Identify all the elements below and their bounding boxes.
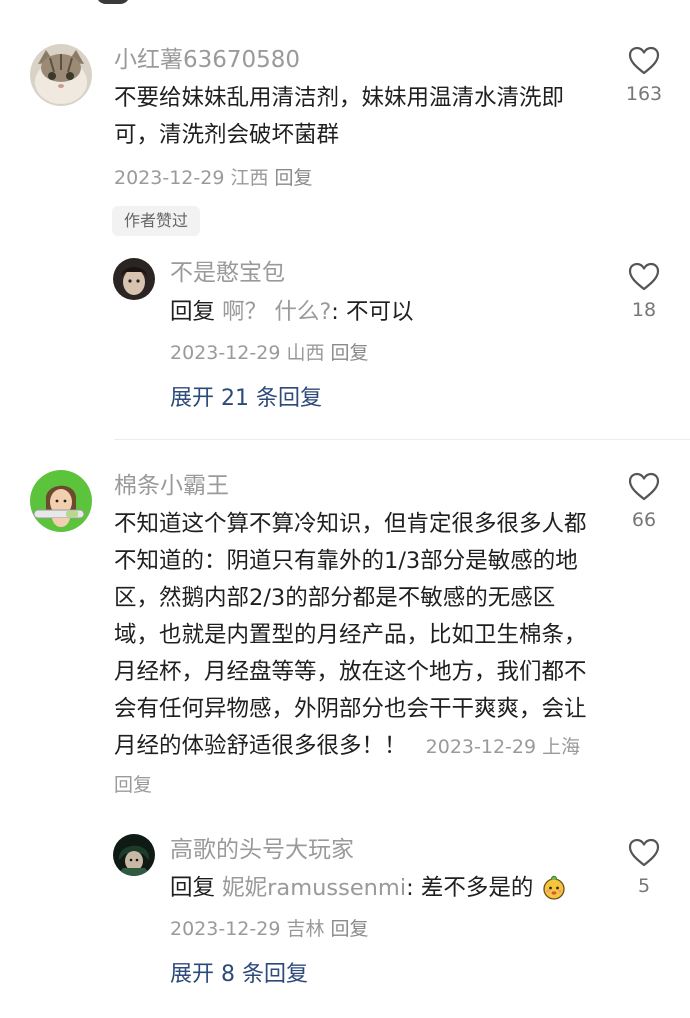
author-liked-badge: 作者赞过: [112, 206, 201, 236]
like-button[interactable]: 5: [614, 838, 674, 898]
reply-date: 2023-12-29: [170, 342, 281, 364]
heart-icon: [628, 262, 660, 291]
reply-author[interactable]: 高歌的头号大玩家: [170, 835, 354, 865]
reply-meta: 2023-12-29 吉林 回复: [170, 916, 369, 942]
like-count: 18: [631, 299, 657, 321]
reply-location: 山西: [286, 342, 325, 364]
reply-button[interactable]: 回复: [331, 918, 369, 940]
expand-replies-button[interactable]: 展开 8 条回复: [170, 960, 308, 990]
reply-prefix: 回复: [170, 875, 216, 901]
comment-author[interactable]: 小红薯63670580: [114, 45, 300, 75]
reply-text[interactable]: 回复 妮妮ramussenmi: 差不多是的: [170, 870, 600, 907]
like-button[interactable]: 18: [614, 262, 674, 322]
reply-author[interactable]: 不是憨宝包: [170, 258, 285, 288]
expand-replies-button[interactable]: 展开 21 条回复: [170, 384, 322, 414]
comment-date: 2023-12-29: [114, 167, 225, 189]
quoted-user[interactable]: 妮妮ramussenmi: [222, 875, 406, 901]
comment-author[interactable]: 棉条小霸王: [114, 471, 229, 501]
cute-face-emoji-icon: [542, 875, 565, 900]
reply-body: : 差不多是的: [406, 875, 534, 901]
avatar[interactable]: [113, 834, 155, 876]
comment-location: 江西: [230, 167, 269, 189]
like-count: 163: [625, 83, 663, 105]
comment-date: 2023-12-29: [425, 736, 537, 758]
quoted-user[interactable]: 啊？ 什么?: [222, 299, 331, 325]
reply-prefix: 回复: [170, 299, 216, 325]
comment-text[interactable]: 不知道这个算不算冷知识，但肯定很多很多人都不知道的：阴道只有靠外的1/3部分是敏…: [114, 506, 598, 804]
cat-avatar-icon: [30, 44, 92, 106]
heart-icon: [628, 46, 660, 75]
avatar[interactable]: [30, 470, 92, 532]
like-count: 5: [637, 875, 651, 897]
previous-avatar-edge: [96, 0, 130, 4]
cartoon-avatar-icon: [30, 470, 92, 532]
anime-avatar-icon: [113, 834, 155, 876]
reply-meta: 2023-12-29 山西 回复: [170, 340, 369, 366]
heart-icon: [628, 838, 660, 867]
reply-button[interactable]: 回复: [114, 774, 152, 796]
reply-location: 吉林: [286, 918, 325, 940]
avatar[interactable]: [113, 258, 155, 300]
like-count: 66: [631, 509, 657, 531]
reply-button[interactable]: 回复: [275, 167, 313, 189]
reply-button[interactable]: 回复: [331, 342, 369, 364]
comment-body: 不知道这个算不算冷知识，但肯定很多很多人都不知道的：阴道只有靠外的1/3部分是敏…: [114, 511, 587, 759]
heart-icon: [628, 472, 660, 501]
comment-meta: 2023-12-29 江西 回复: [114, 165, 313, 191]
like-button[interactable]: 66: [614, 472, 674, 532]
comment-text[interactable]: 不要给妹妹乱用清洁剂，妹妹用温清水清洗即可，清洗剂会破坏菌群: [114, 80, 598, 154]
reply-body: : 不可以: [331, 299, 414, 325]
person-avatar-icon: [113, 258, 155, 300]
comment-location: 上海: [542, 736, 581, 758]
reply-text[interactable]: 回复 啊？ 什么?: 不可以: [170, 294, 590, 331]
reply-date: 2023-12-29: [170, 918, 281, 940]
like-button[interactable]: 163: [614, 46, 674, 106]
avatar[interactable]: [30, 44, 92, 106]
divider: [114, 439, 690, 440]
